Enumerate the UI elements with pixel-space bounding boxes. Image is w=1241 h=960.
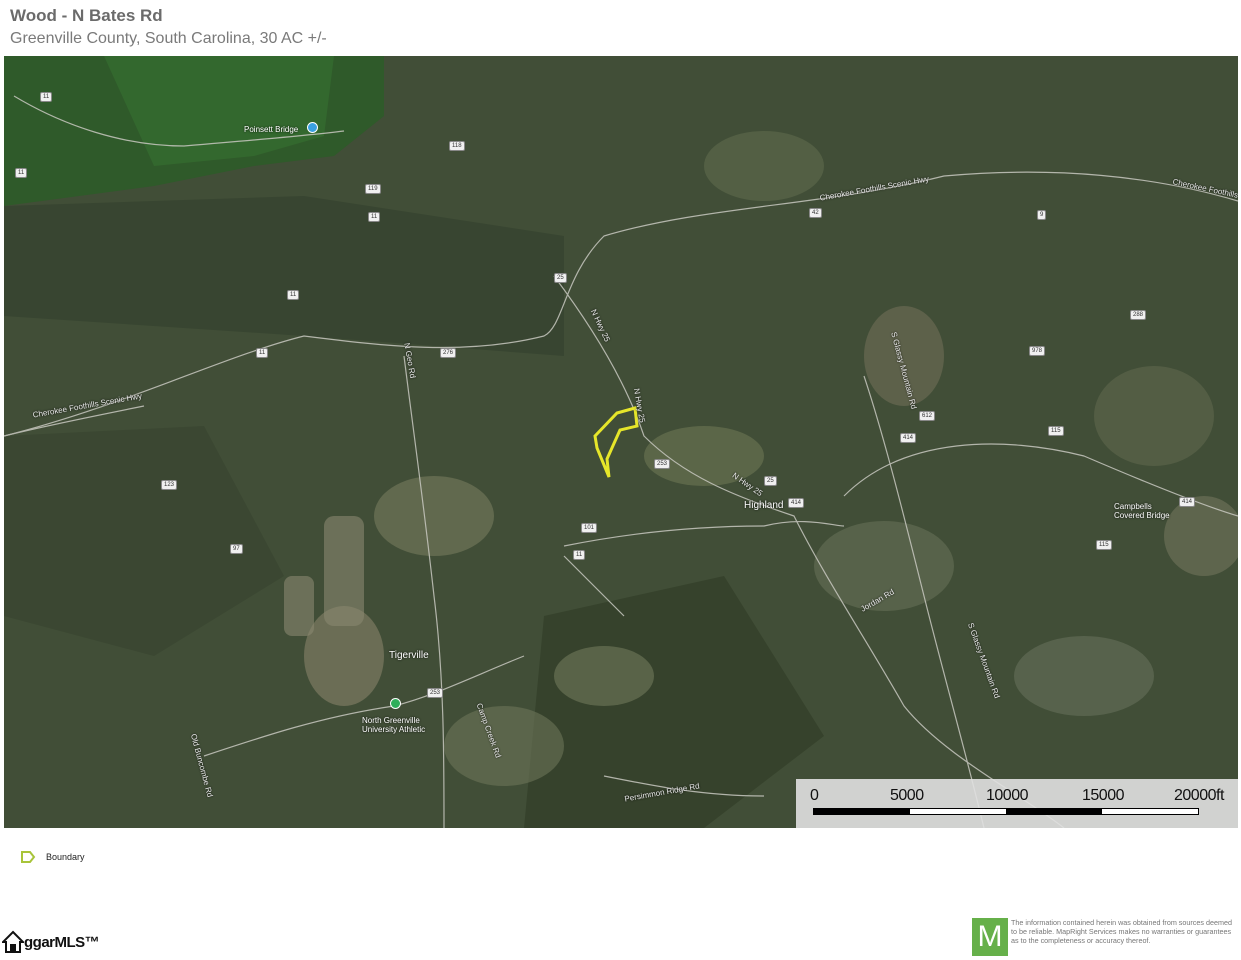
route-shield: 97 [230,544,243,554]
poi-poinsett-bridge[interactable]: Poinsett Bridge [244,125,298,134]
satellite-map[interactable]: Cherokee Foothills Scenic Hwy Cherokee F… [4,56,1238,828]
route-shield: 115 [1048,426,1064,436]
route-shield: 119 [365,184,381,194]
poi-tigerville[interactable]: Tigerville [389,650,429,661]
mapright-logo: M [972,918,1008,956]
scale-label: 0 [810,787,819,804]
route-shield: 11 [573,550,586,560]
route-shield: 11 [15,168,28,178]
scale-segment [1006,809,1102,814]
mls-logo-text: ggarMLS™ [24,933,100,951]
route-shield: 414 [900,433,917,443]
scale-label: 5000 [890,787,924,804]
route-shield: 118 [449,141,465,151]
route-shield: 978 [1029,346,1046,356]
route-shield: 11 [40,92,53,102]
poi-campbells-covered-bridge[interactable]: Campbells Covered Bridge [1114,502,1174,520]
scale-segment [814,809,910,814]
route-shield: 25 [764,476,777,486]
page-title: Wood - N Bates Rd [10,6,163,25]
poi-marker-icon[interactable] [390,698,401,709]
scale-bar: 0 5000 10000 15000 20000ft [796,779,1238,828]
route-shield: 612 [919,411,936,421]
route-shield: 11 [287,290,300,300]
scale-label: 10000 [986,787,1029,804]
route-shield: 101 [581,523,598,533]
route-shield: 42 [809,208,822,218]
page-subtitle: Greenville County, South Carolina, 30 AC… [10,30,327,47]
disclaimer-text: The information contained herein was obt… [1011,918,1232,945]
route-shield: 288 [1130,310,1147,320]
map-imagery [4,56,1238,828]
mls-logo: ggarMLS™ [2,930,100,954]
route-shield: 414 [788,498,805,508]
scale-line [813,808,1199,815]
boundary-legend-icon [21,851,36,863]
route-shield: 253 [654,459,671,469]
route-shield: 276 [440,348,457,358]
route-shield: 123 [161,480,178,490]
route-shield: 25 [554,273,567,283]
legend: Boundary [20,850,85,864]
legend-label-boundary: Boundary [46,852,85,862]
scale-label: 20000ft [1174,787,1224,804]
route-shield: 115 [1096,540,1112,550]
poi-highland[interactable]: Highland [744,500,783,511]
route-shield: 9 [1037,210,1047,220]
route-shield: 11 [256,348,269,358]
house-logo-icon [2,930,24,953]
route-shield: 11 [368,212,381,222]
poi-ngu-athletic[interactable]: North Greenville University Athletic [362,716,442,734]
scale-label: 15000 [1082,787,1125,804]
poi-marker-icon[interactable] [307,122,318,133]
route-shield: 253 [427,688,444,698]
route-shield: 414 [1179,497,1196,507]
